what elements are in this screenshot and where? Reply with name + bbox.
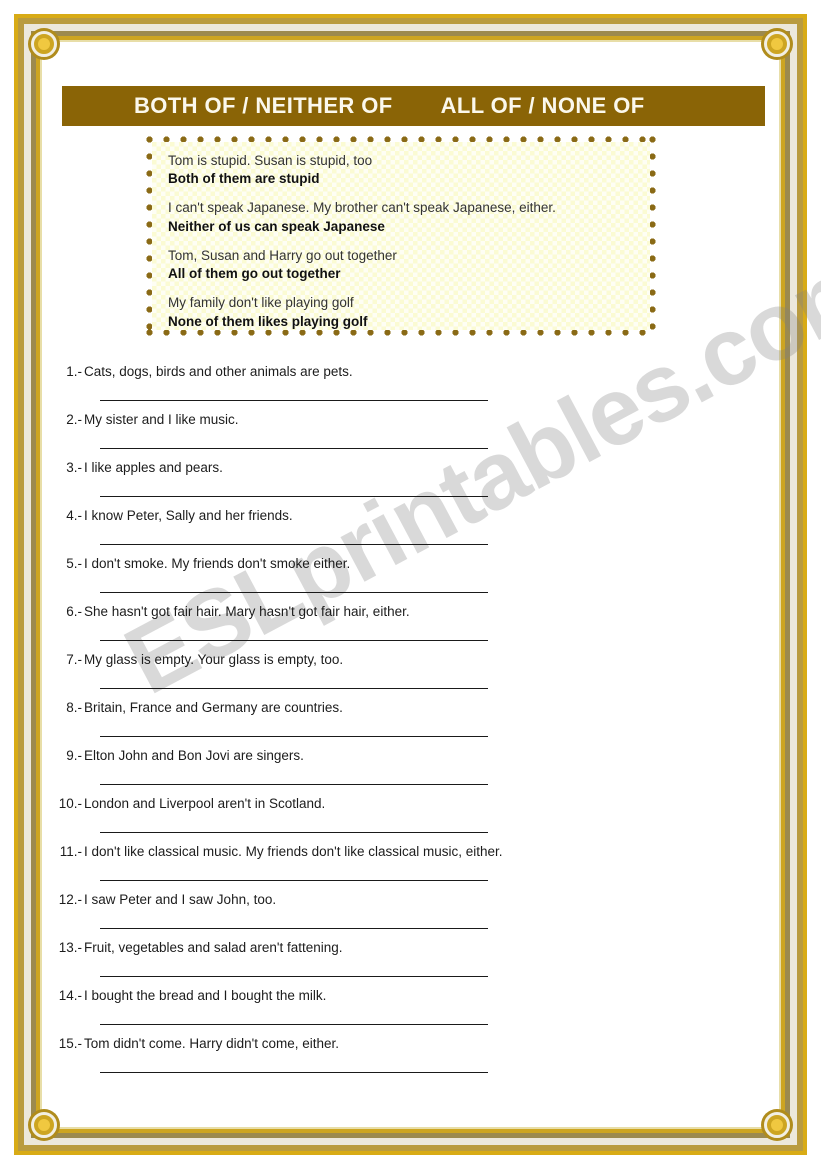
answer-line[interactable] (100, 1072, 488, 1073)
answer-line[interactable] (100, 544, 488, 545)
exercise-number: 10.- (58, 796, 82, 811)
example-pair: My family don't like playing golf None o… (168, 294, 636, 330)
exercise-sentence: 13.- Fruit, vegetables and salad aren't f… (48, 940, 343, 956)
exercise-number: 7.- (66, 652, 82, 667)
exercise-item: 1.- Cats, dogs, birds and other animals a… (48, 364, 773, 412)
answer-line[interactable] (100, 688, 488, 689)
exercise-number: 2.- (66, 412, 82, 427)
example-prompt: Tom is stupid. Susan is stupid, too (168, 153, 373, 168)
exercise-item: 7.- My glass is empty. Your glass is empt… (48, 652, 773, 700)
example-pair: I can't speak Japanese. My brother can't… (168, 199, 636, 235)
exercise-number: 8.- (66, 700, 82, 715)
exercise-text: Britain, France and Germany are countrie… (84, 700, 343, 715)
exercise-item: 12.- I saw Peter and I saw John, too. (48, 892, 773, 940)
answer-line[interactable] (100, 448, 488, 449)
example-pair: Tom is stupid. Susan is stupid, too Both… (168, 152, 636, 188)
exercise-text: London and Liverpool aren't in Scotland. (84, 796, 326, 811)
exercise-number: 6.- (66, 604, 82, 619)
example-answer: Neither of us can speak Japanese (168, 218, 385, 234)
exercise-item: 5.- I don't smoke. My friends don't smoke… (48, 556, 773, 604)
exercise-sentence: 6.- She hasn't got fair hair. Mary hasn't… (48, 604, 410, 620)
dot-border-right (649, 136, 656, 336)
exercise-number: 13.- (58, 940, 82, 955)
exercise-item: 10.- London and Liverpool aren't in Scotl… (48, 796, 773, 844)
exercise-list: 1.- Cats, dogs, birds and other animals a… (48, 364, 773, 1084)
example-answer: Both of them are stupid (168, 171, 320, 187)
answer-line[interactable] (100, 592, 488, 593)
exercise-number: 11.- (59, 844, 82, 859)
exercise-sentence: 14.- I bought the bread and I bought the … (48, 988, 327, 1004)
answer-line[interactable] (100, 640, 488, 641)
exercise-text: I know Peter, Sally and her friends. (84, 508, 293, 523)
answer-line[interactable] (100, 400, 488, 401)
answer-line[interactable] (100, 1024, 488, 1025)
exercise-sentence: 7.- My glass is empty. Your glass is empt… (48, 652, 343, 668)
example-answer: None of them likes playing golf (168, 313, 368, 329)
exercise-item: 2.- My sister and I like music. (48, 412, 773, 460)
exercise-sentence: 4.- I know Peter, Sally and her friends. (48, 508, 293, 524)
exercise-item: 3.- I like apples and pears. (48, 460, 773, 508)
exercise-text: I saw Peter and I saw John, too. (84, 892, 277, 907)
answer-line[interactable] (100, 976, 488, 977)
exercise-item: 14.- I bought the bread and I bought the … (48, 988, 773, 1036)
answer-line[interactable] (100, 784, 488, 785)
exercise-item: 9.- Elton John and Bon Jovi are singers. (48, 748, 773, 796)
exercise-number: 12.- (58, 892, 82, 907)
answer-line[interactable] (100, 928, 488, 929)
exercise-sentence: 15.- Tom didn't come. Harry didn't come, … (48, 1036, 339, 1052)
exercise-text: Tom didn't come. Harry didn't come, eith… (84, 1036, 340, 1051)
exercise-text: Elton John and Bon Jovi are singers. (84, 748, 304, 763)
exercise-text: Fruit, vegetables and salad aren't fatte… (84, 940, 343, 955)
exercise-number: 14.- (58, 988, 82, 1003)
exercise-item: 8.- Britain, France and Germany are count… (48, 700, 773, 748)
worksheet-title-bar: BOTH OF / NEITHER OF ALL OF / NONE OF (62, 86, 765, 126)
example-prompt: I can't speak Japanese. My brother can't… (168, 200, 556, 216)
answer-line[interactable] (100, 496, 488, 497)
exercise-sentence: 5.- I don't smoke. My friends don't smoke… (48, 556, 350, 572)
exercise-text: I like apples and pears. (84, 460, 223, 475)
examples-box: Tom is stupid. Susan is stupid, too Both… (152, 142, 650, 330)
exercise-sentence: 11.- I don't like classical music. My fri… (48, 844, 503, 860)
exercise-sentence: 12.- I saw Peter and I saw John, too. (48, 892, 276, 908)
example-prompt: My family don't like playing golf (168, 295, 354, 311)
answer-line[interactable] (100, 832, 488, 833)
exercise-number: 15.- (58, 1036, 82, 1051)
answer-line[interactable] (100, 736, 488, 737)
exercise-item: 6.- She hasn't got fair hair. Mary hasn't… (48, 604, 773, 652)
exercise-item: 4.- I know Peter, Sally and her friends. (48, 508, 773, 556)
exercise-sentence: 10.- London and Liverpool aren't in Scotl… (48, 796, 326, 812)
exercise-number: 4.- (66, 508, 82, 523)
exercise-number: 9.- (66, 748, 82, 763)
exercise-item: 11.- I don't like classical music. My fri… (48, 844, 773, 892)
example-answer: All of them go out together (168, 266, 341, 282)
exercise-text: I don't like classical music. My friends… (84, 844, 503, 859)
exercise-sentence: 2.- My sister and I like music. (48, 412, 239, 428)
exercise-number: 3.- (66, 460, 82, 475)
exercise-text: I don't smoke. My friends don't smoke ei… (84, 556, 351, 571)
example-prompt: Tom, Susan and Harry go out together (168, 247, 397, 263)
example-pair: Tom, Susan and Harry go out together All… (168, 247, 636, 283)
exercise-number: 1.- (66, 364, 82, 379)
worksheet-page: BOTH OF / NEITHER OF ALL OF / NONE OF To… (0, 0, 821, 1169)
exercise-text: I bought the bread and I bought the milk… (84, 988, 327, 1003)
worksheet-content: BOTH OF / NEITHER OF ALL OF / NONE OF To… (48, 48, 821, 1121)
exercise-text: Cats, dogs, birds and other animals are … (84, 364, 353, 379)
exercise-item: 15.- Tom didn't come. Harry didn't come, … (48, 1036, 773, 1084)
exercise-text: My sister and I like music. (84, 412, 239, 427)
page-title-primary: BOTH OF / NEITHER OF (134, 93, 393, 118)
exercise-sentence: 1.- Cats, dogs, birds and other animals a… (48, 364, 353, 380)
page-title-secondary: ALL OF / NONE OF (440, 93, 645, 118)
exercise-sentence: 8.- Britain, France and Germany are count… (48, 700, 343, 716)
exercise-text: My glass is empty. Your glass is empty, … (84, 652, 344, 667)
exercise-item: 13.- Fruit, vegetables and salad aren't f… (48, 940, 773, 988)
answer-line[interactable] (100, 880, 488, 881)
exercise-number: 5.- (66, 556, 82, 571)
exercise-text: She hasn't got fair hair. Mary hasn't go… (84, 604, 410, 619)
exercise-sentence: 9.- Elton John and Bon Jovi are singers. (48, 748, 304, 764)
exercise-sentence: 3.- I like apples and pears. (48, 460, 223, 476)
